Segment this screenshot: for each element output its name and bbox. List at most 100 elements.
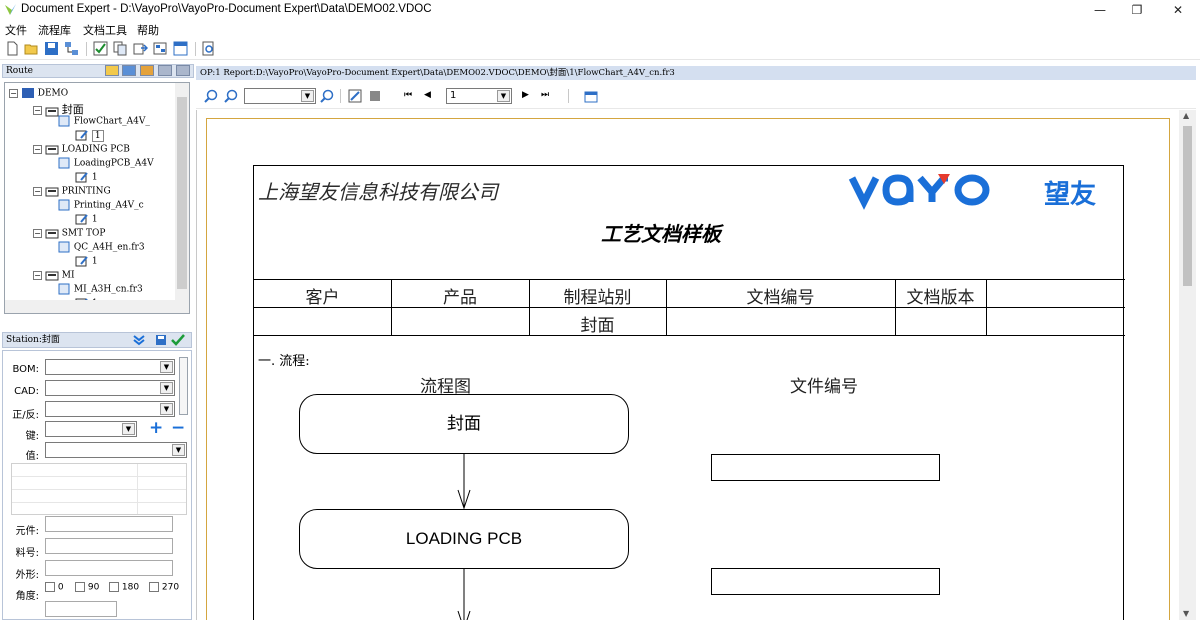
route-tree[interactable]: − DEMO − 封面 FlowChart_A4V_ 1 − LOADING P… — [4, 82, 190, 314]
confirm-check-icon[interactable] — [171, 334, 185, 346]
value-select[interactable]: ▼ — [45, 442, 187, 458]
prev-page-icon[interactable]: ◀ — [424, 90, 431, 100]
network-icon[interactable] — [64, 41, 79, 56]
tree-report[interactable]: Printing_A4V_c — [57, 199, 144, 211]
zoom-out-icon[interactable] — [224, 89, 238, 103]
page-select[interactable]: 1 ▼ — [446, 88, 512, 104]
save-icon[interactable] — [44, 41, 59, 56]
scroll-thumb[interactable] — [177, 97, 187, 289]
side-select[interactable]: ▼ — [45, 401, 175, 417]
collapse-icon[interactable]: − — [33, 270, 42, 280]
collapse-icon[interactable]: − — [9, 88, 18, 98]
checkbox-icon[interactable] — [75, 582, 85, 592]
checkbox-icon[interactable] — [109, 582, 119, 592]
dropdown-arrow-icon[interactable]: ▼ — [172, 444, 185, 456]
tree-page[interactable]: 1 — [75, 213, 98, 225]
tree-station[interactable]: − MI — [33, 269, 75, 281]
angle-input[interactable] — [45, 601, 117, 617]
tree-vertical-scrollbar[interactable] — [175, 83, 189, 313]
copy-icon[interactable] — [113, 41, 128, 56]
angle-option[interactable]: 270 — [149, 582, 179, 593]
add-key-icon[interactable]: + — [149, 418, 163, 438]
tree-page[interactable]: 1 — [75, 255, 98, 267]
menu-help[interactable]: 帮助 — [137, 22, 159, 38]
add-folder-icon[interactable] — [104, 65, 119, 76]
collapse-icon[interactable]: − — [33, 228, 42, 238]
calendar-icon[interactable] — [584, 89, 598, 103]
close-button[interactable]: ✕ — [1158, 0, 1198, 20]
form-scrollbar[interactable] — [179, 357, 188, 415]
angle-option[interactable]: 180 — [109, 582, 139, 593]
settings-icon[interactable] — [153, 41, 168, 56]
zoom-in-icon[interactable] — [204, 89, 218, 103]
tree-report[interactable]: MI_A3H_cn.fr3 — [57, 283, 143, 295]
angle-option[interactable]: 90 — [75, 582, 99, 593]
cad-select[interactable]: ▼ — [45, 380, 175, 396]
new-file-icon[interactable] — [5, 41, 20, 56]
next-page-icon[interactable]: ▶ — [522, 90, 529, 100]
outline-icon[interactable] — [368, 89, 382, 103]
edit-icon[interactable] — [158, 65, 173, 76]
report-preview[interactable]: 上海望友信息科技有限公司 望友 工艺文档样板 客户 产品 制程站别 文档编号 文… — [196, 110, 1196, 620]
checkbox-icon[interactable] — [149, 582, 159, 592]
scroll-thumb[interactable] — [1183, 126, 1192, 286]
check-icon[interactable] — [93, 41, 108, 56]
maximize-button[interactable]: ❐ — [1117, 0, 1157, 20]
component-input[interactable] — [45, 516, 173, 532]
zoom-fit-icon[interactable] — [320, 89, 334, 103]
last-page-icon[interactable]: ⏭ — [541, 90, 549, 100]
key-select[interactable]: ▼ — [45, 421, 137, 437]
layout-icon[interactable] — [173, 41, 188, 56]
scroll-down-icon[interactable]: ▼ — [1183, 609, 1189, 618]
collapse-icon[interactable]: − — [33, 186, 42, 196]
save-station-icon[interactable] — [155, 334, 167, 346]
menu-file[interactable]: 文件 — [5, 22, 27, 38]
first-page-icon[interactable]: ⏮ — [404, 90, 412, 100]
collapse-icon[interactable]: − — [33, 144, 42, 154]
design-icon[interactable] — [348, 89, 362, 103]
tree-station[interactable]: − PRINTING — [33, 185, 111, 197]
preview-vertical-scrollbar[interactable]: ▲ ▼ — [1179, 110, 1196, 620]
tree-report[interactable]: LoadingPCB_A4V — [57, 157, 154, 169]
page-number: 1 — [450, 90, 457, 101]
scroll-up-icon[interactable]: ▲ — [1183, 111, 1189, 120]
dropdown-arrow-icon[interactable]: ▼ — [301, 90, 314, 102]
tree-page[interactable]: 1 — [75, 129, 104, 142]
remove-key-icon[interactable]: − — [171, 418, 185, 438]
zoom-select[interactable]: ▼ — [244, 88, 316, 104]
menu-doc-tools[interactable]: 文档工具 — [83, 22, 127, 38]
open-folder-icon[interactable] — [24, 41, 39, 56]
minimize-button[interactable]: — — [1080, 0, 1120, 20]
shape-input[interactable] — [45, 560, 173, 576]
tree-station[interactable]: − LOADING PCB — [33, 143, 130, 155]
tree-station[interactable]: − SMT TOP — [33, 227, 105, 239]
dropdown-arrow-icon[interactable]: ▼ — [160, 403, 173, 415]
toolbar-separator — [86, 42, 87, 56]
dropdown-arrow-icon[interactable]: ▼ — [160, 382, 173, 394]
dropdown-arrow-icon[interactable]: ▼ — [497, 90, 510, 102]
tree-page[interactable]: 1 — [75, 171, 98, 183]
tree-horizontal-scrollbar[interactable] — [5, 300, 189, 313]
tree-report[interactable]: QC_A4H_en.fr3 — [57, 241, 145, 253]
angle-option[interactable]: 0 — [45, 582, 64, 593]
report-label: MI_A3H_cn.fr3 — [73, 284, 143, 295]
bom-select[interactable]: ▼ — [45, 359, 175, 375]
preview-icon[interactable] — [201, 41, 216, 56]
part-number-input[interactable] — [45, 538, 173, 554]
checkbox-icon[interactable] — [45, 582, 55, 592]
properties-grid[interactable] — [11, 463, 187, 515]
chevron-down-icon[interactable] — [133, 335, 145, 346]
page-edit-icon — [75, 214, 88, 225]
collapse-icon[interactable]: − — [33, 106, 42, 115]
link-icon[interactable] — [140, 65, 155, 76]
dropdown-arrow-icon[interactable]: ▼ — [122, 423, 135, 435]
tree-report[interactable]: FlowChart_A4V_ — [57, 115, 150, 127]
tree-root-demo[interactable]: − DEMO — [9, 87, 68, 99]
toolbar-separator — [340, 89, 341, 103]
delete-icon[interactable] — [176, 65, 190, 76]
grid-icon[interactable] — [122, 65, 137, 76]
export-icon[interactable] — [133, 41, 148, 56]
file-number-box — [711, 568, 940, 595]
menu-flow-library[interactable]: 流程库 — [38, 22, 71, 38]
dropdown-arrow-icon[interactable]: ▼ — [160, 361, 173, 373]
